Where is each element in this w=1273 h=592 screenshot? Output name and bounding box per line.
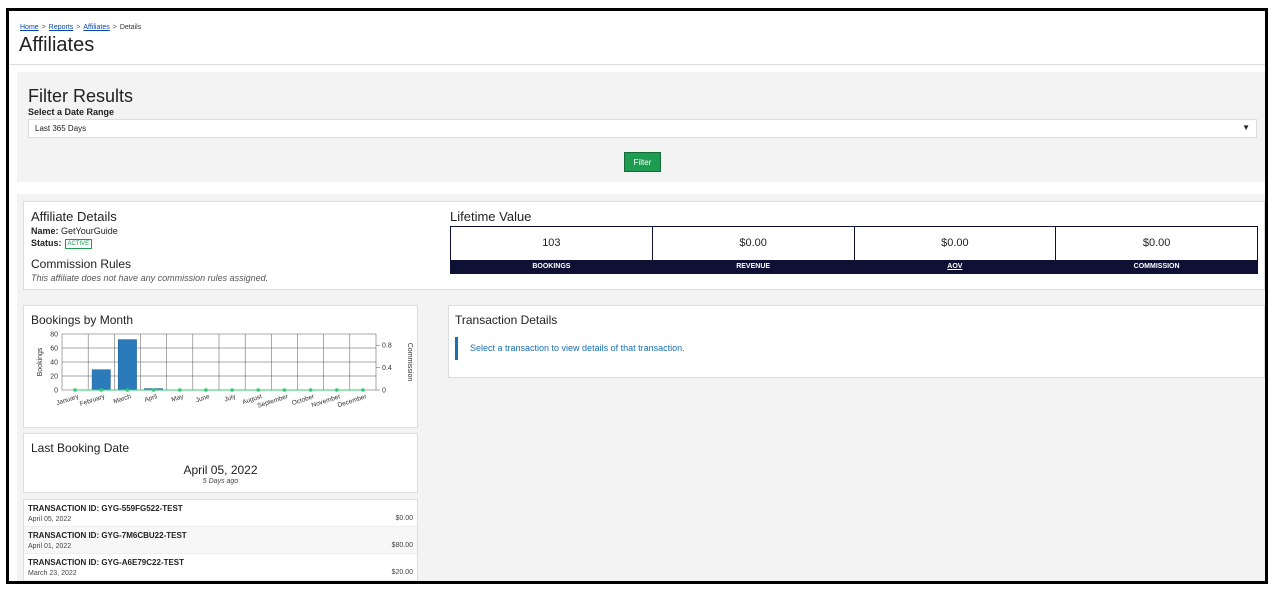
commission-point (361, 388, 365, 392)
y-tick-label: 0 (54, 388, 58, 395)
breadcrumb: Home > Reports > Affiliates > Details (20, 24, 141, 31)
ltv-label: BOOKINGS (451, 260, 652, 273)
x-tick-label: February (79, 393, 107, 408)
x-tick-label: April (144, 393, 159, 404)
bookings-chart-card: Bookings by Month 0 20 40 60 80 0 0.4 0.8 Bookin… (23, 305, 418, 428)
x-tick-label: January (56, 393, 81, 407)
x-tick-label: May (171, 393, 186, 404)
commission-point (99, 388, 104, 392)
breadcrumb-reports-link[interactable]: Reports (49, 24, 74, 31)
affiliate-details-card: Affiliate Details Name: GetYourGuide Sta… (23, 201, 1265, 290)
transaction-details-title: Transaction Details (455, 313, 558, 327)
transaction-row[interactable]: TRANSACTION ID: GYG-559FG522-TEST April … (24, 500, 417, 527)
ltv-bookings: 103 BOOKINGS (450, 226, 653, 274)
breadcrumb-separator: > (112, 24, 117, 31)
app-window: Home > Reports > Affiliates > Details Affiliat… (6, 8, 1268, 584)
commission-point (230, 388, 234, 392)
y2-tick-label: 0 (382, 388, 386, 395)
ltv-value: $0.00 (1142, 237, 1171, 249)
breadcrumb-current: Details (119, 24, 142, 31)
ltv-label: REVENUE (652, 260, 854, 273)
transaction-amount: $20.00 (391, 569, 413, 576)
commission-point (334, 388, 339, 392)
y-tick-label: 20 (50, 374, 58, 381)
transaction-row[interactable]: TRANSACTION ID: GYG-A6E79C22-TEST March … (24, 554, 417, 581)
x-tick-label: December (337, 393, 368, 409)
transaction-row[interactable]: TRANSACTION ID: GYG-7M6CBU22-TEST April … (24, 527, 417, 554)
lifetime-value-table: 103 BOOKINGS $0.00 REVENUE $0.00 AOV $0.00 C… (450, 226, 1258, 274)
date-range-label: Select a Date Range (28, 107, 115, 117)
transaction-details-hint: Select a transaction to view details of … (455, 337, 685, 360)
transaction-amount: $0.00 (395, 515, 413, 522)
caret-down-icon: ▼ (1242, 123, 1250, 132)
commission-point (282, 388, 287, 392)
last-booking-title: Last Booking Date (31, 441, 130, 455)
y2-tick-label: 0.4 (382, 365, 392, 372)
transaction-date: March 23, 2022 (28, 570, 77, 577)
commission-point (125, 388, 130, 392)
last-booking-ago: 5 Days ago (202, 478, 239, 485)
x-tick-label: July (224, 393, 238, 403)
date-range-value: Last 365 Days (35, 124, 87, 133)
ltv-aov: $0.00 AOV (854, 226, 1057, 274)
commission-point (151, 388, 156, 392)
commission-point (256, 388, 261, 392)
status-badge: ACTIVE (64, 238, 93, 249)
breadcrumb-affiliates-link[interactable]: Affiliates (83, 24, 109, 31)
last-booking-date: April 05, 2022 (183, 463, 258, 477)
ltv-label: AOV (854, 260, 1056, 273)
y2-axis-label: Commission (406, 343, 413, 382)
affiliate-status: Status: ACTIVE (31, 238, 93, 249)
breadcrumb-separator: > (76, 24, 81, 31)
transaction-amount: $80.00 (391, 542, 413, 549)
last-booking-card: Last Booking Date April 05, 2022 5 Days … (23, 433, 418, 493)
commission-rules-title: Commission Rules (31, 257, 132, 271)
lifetime-value-title: Lifetime Value (450, 209, 532, 224)
commission-point (177, 388, 182, 392)
transaction-id: TRANSACTION ID: GYG-7M6CBU22-TEST (28, 531, 187, 540)
x-tick-label: March (113, 393, 133, 405)
transaction-details-card: Transaction Details Select a transaction… (448, 305, 1265, 378)
x-tick-label: September (257, 393, 290, 410)
transaction-date: April 01, 2022 (28, 543, 72, 550)
commission-point (73, 388, 77, 392)
transaction-date: April 05, 2022 (28, 516, 72, 523)
affiliate-name-value: GetYourGuide (61, 226, 118, 236)
bookings-chart-title: Bookings by Month (31, 313, 134, 327)
commission-point (308, 388, 313, 392)
breadcrumb-home-link[interactable]: Home (20, 24, 39, 31)
date-range-select[interactable]: Last 365 Days ▼ (28, 119, 1257, 138)
bookings-chart: 0 20 40 60 80 0 0.4 0.8 Bookings Commission Januar… (37, 332, 413, 410)
filter-title: Filter Results (28, 86, 134, 106)
bar (118, 339, 137, 391)
ltv-commission: $0.00 COMMISSION (1056, 226, 1258, 274)
ltv-label: COMMISSION (1056, 260, 1257, 273)
filter-button[interactable]: Filter (624, 152, 661, 172)
ltv-revenue: $0.00 REVENUE (652, 226, 855, 274)
transaction-list: TRANSACTION ID: GYG-559FG522-TEST April … (23, 499, 418, 581)
ltv-value: 103 (542, 237, 561, 249)
bar (91, 369, 111, 391)
affiliate-name-label: Name: (31, 226, 59, 236)
page-header: Home > Reports > Affiliates > Details Affiliat… (9, 11, 1265, 65)
affiliate-status-label: Status: (31, 238, 62, 248)
ltv-value: $0.00 (941, 237, 969, 249)
commission-point (204, 388, 208, 392)
x-tick-label: June (195, 393, 211, 404)
breadcrumb-separator: > (41, 24, 46, 31)
y-tick-label: 40 (50, 360, 58, 367)
transaction-id: TRANSACTION ID: GYG-A6E79C22-TEST (28, 558, 185, 567)
y-tick-label: 60 (50, 346, 58, 353)
page-title: Affiliates (19, 34, 95, 56)
y2-tick-label: 0.8 (382, 343, 392, 350)
ltv-value: $0.00 (739, 237, 767, 249)
affiliate-details-title: Affiliate Details (31, 209, 117, 224)
y-axis-label: Bookings (37, 347, 44, 376)
commission-rules-text: This affiliate does not have any commiss… (31, 273, 269, 283)
filter-panel: Filter Results Select a Date Range Last … (17, 72, 1265, 182)
y-tick-label: 80 (50, 332, 58, 339)
affiliate-name: Name: GetYourGuide (31, 226, 118, 236)
transaction-id: TRANSACTION ID: GYG-559FG522-TEST (28, 504, 183, 513)
